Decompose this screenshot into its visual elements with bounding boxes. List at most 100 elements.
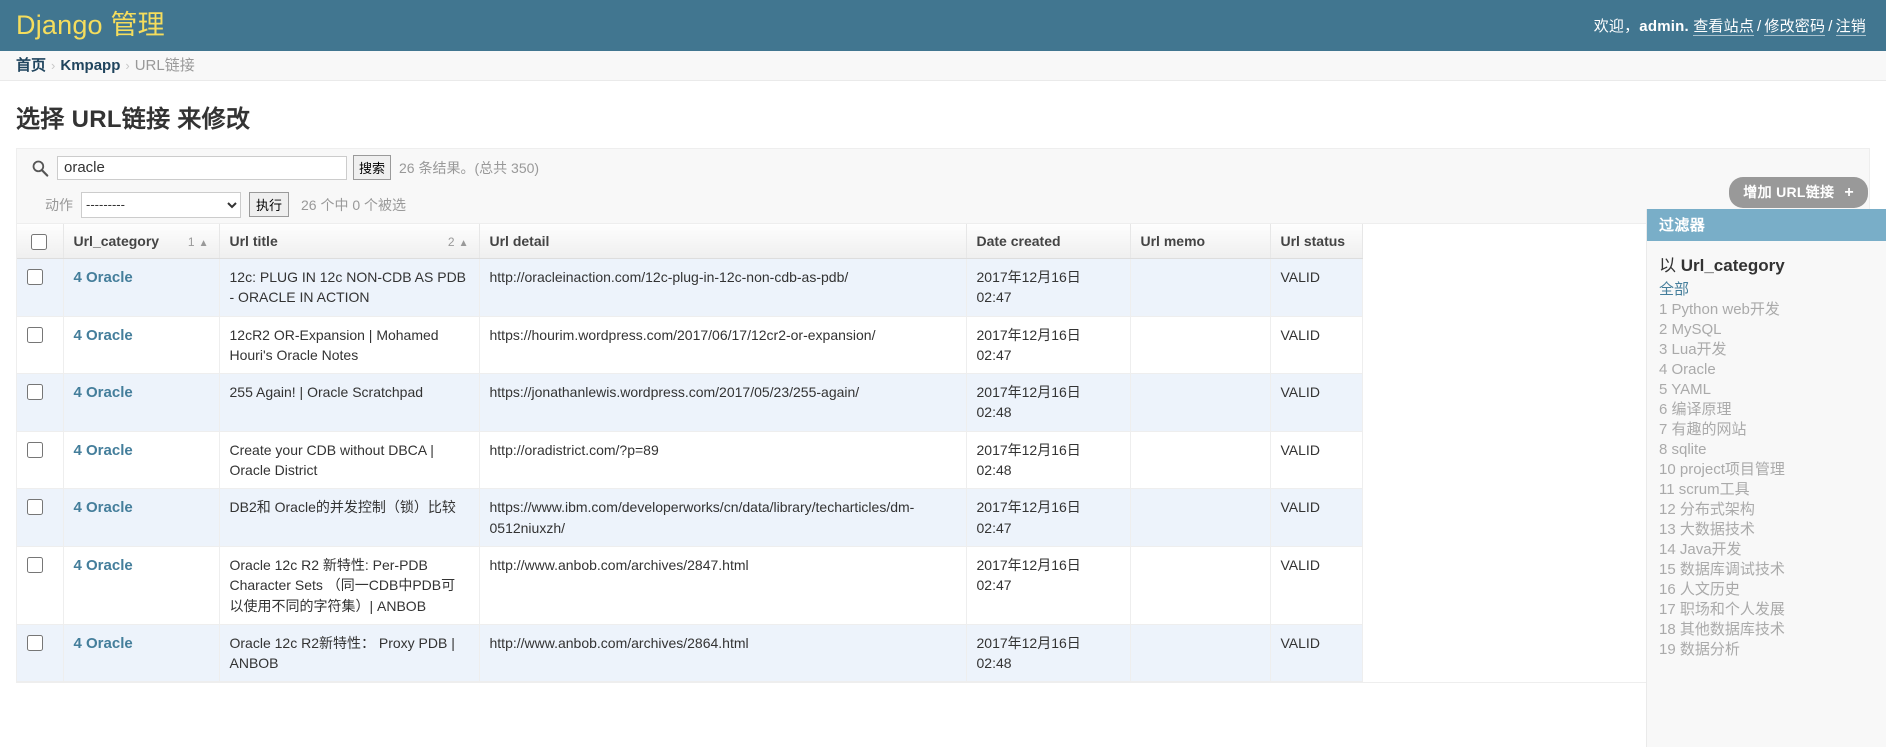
filter-option-link[interactable]: 11 scrum工具 — [1659, 480, 1886, 500]
filter-option-link[interactable]: 18 其他数据库技术 — [1659, 620, 1886, 640]
filter-option-link[interactable]: 15 数据库调试技术 — [1659, 560, 1886, 580]
run-action-button[interactable]: 执行 — [249, 192, 290, 217]
filter-option-link[interactable]: 13 大数据技术 — [1659, 520, 1886, 540]
filter-option-link[interactable]: 7 有趣的网站 — [1659, 420, 1886, 440]
column-header-url-status[interactable]: Url status — [1270, 224, 1363, 259]
row-select-cell — [17, 316, 64, 375]
search-submit-button[interactable]: 搜索 — [353, 155, 392, 180]
table-row: 4 Oracle DB2和 Oracle的并发控制（锁）比较 https://www… — [17, 488, 1363, 547]
column-header-url-memo[interactable]: Url memo — [1130, 224, 1271, 259]
cell-url-memo — [1130, 546, 1271, 625]
sort-arrow-url-category[interactable]: ▲ — [199, 238, 209, 249]
row-select-checkbox[interactable] — [27, 556, 43, 573]
filter-list-item: 13 大数据技术 — [1659, 520, 1886, 540]
cell-url-status: VALID — [1270, 431, 1363, 490]
sort-priority-url-category: 1 — [187, 235, 195, 249]
select-all-checkbox[interactable] — [31, 234, 47, 250]
filter-option-link[interactable]: 2 MySQL — [1659, 320, 1886, 340]
filter-list-item: 5 YAML — [1659, 380, 1886, 400]
row-select-cell — [17, 373, 64, 432]
search-icon — [32, 160, 49, 177]
breadcrumb-home[interactable]: 首页 — [16, 57, 46, 74]
filter-option-link[interactable]: 全部 — [1659, 280, 1886, 300]
filter-list-item: 8 sqlite — [1659, 440, 1886, 460]
filter-option-link[interactable]: 3 Lua开发 — [1659, 340, 1886, 360]
filter-list-item: 18 其他数据库技术 — [1659, 620, 1886, 640]
cell-date-created: 2017年12月16日 02:47 — [966, 488, 1131, 547]
filter-heading: 过滤器 — [1647, 209, 1886, 241]
filter-option-link[interactable]: 8 sqlite — [1659, 440, 1886, 460]
column-header-url-title[interactable]: Url title 2 ▲ — [219, 224, 480, 259]
user-tools-sep-2: / — [1828, 18, 1833, 35]
column-header-url-detail[interactable]: Url detail — [479, 224, 967, 259]
row-select-cell — [17, 258, 64, 317]
row-select-checkbox[interactable] — [27, 499, 43, 516]
filter-option-link[interactable]: 6 编译原理 — [1659, 400, 1886, 420]
search-result-count: 26 条结果。(总共 350) — [399, 159, 540, 176]
breadcrumb-app[interactable]: Kmpapp — [60, 57, 120, 74]
site-title-admin: 管理 — [110, 10, 165, 40]
filter-list-item: 17 职场和个人发展 — [1659, 600, 1886, 620]
cell-url-title: 255 Again! | Oracle Scratchpad — [219, 373, 480, 432]
url-category-link[interactable]: 4 Oracle — [74, 327, 133, 344]
filter-list-item: 1 Python web开发 — [1659, 300, 1886, 320]
column-header-date-created[interactable]: Date created — [966, 224, 1131, 259]
site-title[interactable]: Django 管理 — [16, 12, 165, 39]
admin-header: Django 管理 欢迎，admin. 查看站点 / 修改密码 / 注销 — [0, 0, 1886, 51]
logout-link[interactable]: 注销 — [1835, 18, 1866, 36]
table-row: 4 Oracle Oracle 12c R2新特性： Proxy PDB | AN… — [17, 624, 1363, 683]
cell-url-memo — [1130, 624, 1271, 683]
cell-url-title: Oracle 12c R2新特性： Proxy PDB | ANBOB — [219, 624, 480, 683]
filter-list-item: 15 数据库调试技术 — [1659, 560, 1886, 580]
row-select-checkbox[interactable] — [27, 269, 43, 285]
page-title: 选择 URL链接 来修改 — [16, 106, 251, 133]
view-site-link[interactable]: 查看站点 — [1693, 18, 1755, 36]
row-select-cell — [17, 624, 64, 683]
row-select-checkbox[interactable] — [27, 384, 43, 401]
row-select-checkbox[interactable] — [27, 441, 43, 458]
url-category-link[interactable]: 4 Oracle — [74, 384, 133, 401]
filter-option-link[interactable]: 14 Java开发 — [1659, 540, 1886, 560]
row-select-checkbox[interactable] — [27, 326, 43, 343]
url-category-link[interactable]: 4 Oracle — [74, 635, 133, 652]
cell-url-title: Oracle 12c R2 新特性: Per-PDB Character Set… — [219, 546, 480, 625]
cell-url-memo — [1130, 258, 1271, 317]
search-input[interactable] — [57, 155, 347, 180]
cell-date-created: 2017年12月16日 02:47 — [966, 258, 1131, 317]
filter-option-link[interactable]: 19 数据分析 — [1659, 640, 1886, 660]
url-category-link[interactable]: 4 Oracle — [74, 442, 133, 459]
action-select[interactable]: --------- — [81, 191, 241, 218]
select-all-header — [17, 224, 64, 259]
url-category-link[interactable]: 4 Oracle — [74, 269, 133, 286]
page-container: 增加 URL链接 + 选择 URL链接 来修改 搜索 26 条结果。(总共 350… — [0, 81, 1886, 747]
sort-arrow-url-title[interactable]: ▲ — [459, 238, 469, 249]
add-url-link-button[interactable]: 增加 URL链接 + — [1729, 177, 1868, 208]
cell-url-detail: https://jonathanlewis.wordpress.com/2017… — [479, 373, 967, 432]
filter-option-link[interactable]: 1 Python web开发 — [1659, 300, 1886, 320]
main-content: 选择 URL链接 来修改 搜索 26 条结果。(总共 350) 动作 -----… — [0, 81, 1886, 684]
filter-list-item: 4 Oracle — [1659, 360, 1886, 380]
url-category-link[interactable]: 4 Oracle — [74, 499, 133, 516]
site-title-django: Django — [16, 10, 103, 40]
cell-url-memo — [1130, 431, 1271, 490]
cell-url-title: Create your CDB without DBCA | Oracle Di… — [219, 431, 480, 490]
actions-bar: 动作 --------- 执行 26 个中 0 个被选 — [17, 186, 1869, 224]
change-password-link[interactable]: 修改密码 — [1764, 18, 1826, 36]
url-category-link[interactable]: 4 Oracle — [74, 557, 133, 574]
user-tools-sep-1: / — [1757, 18, 1762, 35]
filter-option-link[interactable]: 10 project项目管理 — [1659, 460, 1886, 480]
cell-url-status: VALID — [1270, 373, 1363, 432]
changelist-form: 动作 --------- 执行 26 个中 0 个被选 Url_category… — [16, 186, 1870, 684]
table-row: 4 Oracle Oracle 12c R2 新特性: Per-PDB Chara… — [17, 546, 1363, 625]
filter-option-link[interactable]: 17 职场和个人发展 — [1659, 600, 1886, 620]
welcome-text: 欢迎， — [1593, 18, 1640, 35]
filter-option-link[interactable]: 5 YAML — [1659, 380, 1886, 400]
row-select-checkbox[interactable] — [27, 634, 43, 651]
cell-url-category: 4 Oracle — [63, 431, 220, 490]
cell-url-title: 12c: PLUG IN 12c NON-CDB AS PDB - ORACLE… — [219, 258, 480, 317]
column-header-url-category[interactable]: Url_category 1 ▲ — [63, 224, 220, 259]
filter-option-link[interactable]: 12 分布式架构 — [1659, 500, 1886, 520]
cell-url-title: DB2和 Oracle的并发控制（锁）比较 — [219, 488, 480, 547]
filter-option-link[interactable]: 16 人文历史 — [1659, 580, 1886, 600]
filter-option-link[interactable]: 4 Oracle — [1659, 360, 1886, 380]
